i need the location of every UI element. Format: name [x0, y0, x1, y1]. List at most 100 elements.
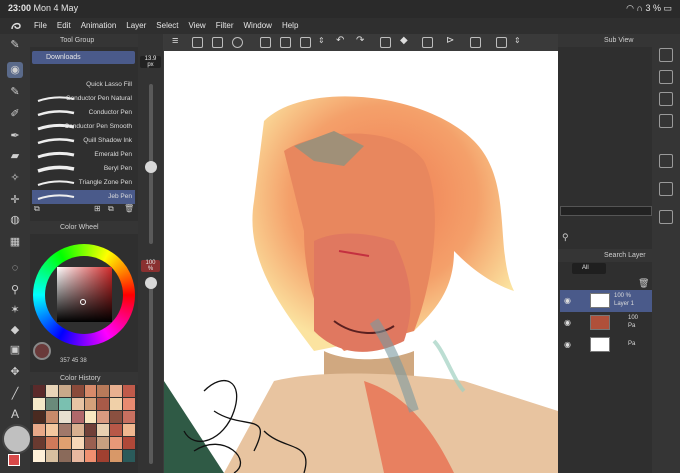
blend-tool-icon[interactable]: ◍ [7, 212, 23, 228]
layer-row[interactable]: ◉ Pa [560, 334, 652, 356]
help-icon[interactable] [496, 37, 507, 48]
menu-edit[interactable]: Edit [57, 21, 71, 30]
brush-item[interactable]: Conductor Pen Natural [32, 92, 135, 106]
brush-item[interactable]: Quill Shadow Ink [32, 134, 135, 148]
color-history-swatch[interactable] [123, 398, 135, 410]
rotate-canvas-icon[interactable] [212, 37, 223, 48]
color-history-swatch[interactable] [123, 424, 135, 436]
drawing-canvas[interactable] [164, 51, 558, 473]
gradient-tool-icon[interactable]: ▣ [7, 342, 23, 358]
color-history-swatch[interactable] [110, 424, 123, 436]
fill-bucket-icon[interactable]: ◆ [400, 35, 408, 46]
color-history-swatch[interactable] [97, 385, 110, 397]
color-history-swatch[interactable] [123, 411, 135, 423]
undo-icon[interactable]: ↶ [336, 35, 344, 46]
color-history-swatch[interactable] [123, 385, 135, 397]
color-history-swatch[interactable] [110, 437, 123, 449]
hamburger-menu-icon[interactable]: ≡ [172, 35, 183, 47]
color-history-swatch[interactable] [58, 424, 71, 436]
menu-help[interactable]: Help [282, 21, 298, 30]
color-history-swatch[interactable] [58, 437, 71, 449]
fill-tool-icon[interactable]: ◆ [7, 322, 23, 338]
color-history-swatch[interactable] [123, 437, 135, 449]
color-history-swatch[interactable] [110, 450, 123, 462]
panel-sub-view-icon[interactable] [659, 70, 673, 84]
color-history-swatch[interactable] [97, 398, 110, 410]
color-history-swatch[interactable] [45, 437, 58, 449]
menu-layer[interactable]: Layer [126, 21, 146, 30]
color-history-swatch[interactable] [84, 398, 97, 410]
delete-layer-icon[interactable]: 🗑 [638, 278, 649, 289]
lasso-tool-icon[interactable]: ◌ [7, 260, 23, 276]
color-history-swatch[interactable] [58, 411, 71, 423]
color-history-swatch[interactable] [45, 398, 58, 410]
brush-item[interactable]: Conductor Pen [32, 106, 135, 120]
brush-item[interactable]: Quick Lasso Fill [32, 78, 135, 92]
pencil-tool-icon[interactable]: ✎ [7, 84, 23, 100]
color-history-swatch[interactable] [71, 437, 84, 449]
color-history-swatch[interactable] [97, 411, 110, 423]
panel-layers-icon[interactable] [659, 182, 673, 196]
color-history-swatch[interactable] [33, 424, 45, 436]
panel-search-icon[interactable] [659, 210, 673, 224]
color-history-swatch[interactable] [71, 411, 84, 423]
color-history-swatch[interactable] [110, 411, 123, 423]
opacity-slider-knob[interactable] [145, 277, 157, 289]
color-history-swatch[interactable] [110, 385, 123, 397]
color-history-swatch[interactable] [84, 411, 97, 423]
color-history-swatch[interactable] [45, 424, 58, 436]
color-history-swatch[interactable] [84, 450, 97, 462]
move-tool-icon[interactable]: ✛ [7, 192, 23, 208]
fit-canvas-icon[interactable] [192, 37, 203, 48]
sparkle-tool-icon[interactable]: ✧ [7, 170, 23, 186]
navigator-eyedropper-icon[interactable]: ⚲ [562, 232, 569, 243]
color-history-swatch[interactable] [71, 450, 84, 462]
opacity-track[interactable] [149, 284, 153, 464]
color-history-swatch[interactable] [58, 385, 71, 397]
quick-access-icon[interactable] [2, 424, 32, 454]
menu-filter[interactable]: Filter [216, 21, 234, 30]
color-history-swatch[interactable] [84, 424, 97, 436]
open-folder-icon[interactable] [280, 37, 291, 48]
clear-icon[interactable] [380, 37, 391, 48]
line-tool-icon[interactable]: ╱ [7, 386, 23, 402]
panel-navigator-icon[interactable] [659, 48, 673, 62]
color-history-swatch[interactable] [33, 437, 45, 449]
zoom-tool-icon[interactable]: ◉ [7, 62, 23, 78]
panel-layer-props-icon[interactable] [659, 154, 673, 168]
more-chevron-icon[interactable]: ⇕ [318, 36, 325, 45]
menu-animation[interactable]: Animation [81, 21, 117, 30]
color-history-swatch[interactable] [71, 424, 84, 436]
add-brush-icon[interactable]: ⊞ [94, 204, 101, 213]
panel-info-icon[interactable] [659, 92, 673, 106]
text-tool-icon[interactable]: ✥ [7, 364, 23, 380]
color-history-swatch[interactable] [97, 437, 110, 449]
flip-horizontal-icon[interactable]: ⊳ [446, 35, 454, 46]
eyedropper-tool-icon[interactable]: ⚲ [7, 282, 23, 298]
layer-row[interactable]: ◉ 100 Pa [560, 312, 652, 334]
color-history-swatch[interactable] [33, 450, 45, 462]
brush-item[interactable]: Emerald Pen [32, 148, 135, 162]
color-history-swatch[interactable] [45, 411, 58, 423]
brush-folder-header[interactable]: Downloads [32, 51, 135, 64]
smartphone-icon[interactable] [470, 37, 481, 48]
color-history-swatch[interactable] [45, 385, 58, 397]
brush-item-selected[interactable]: Jeb Pen [32, 190, 135, 204]
color-history-swatch[interactable] [123, 450, 135, 462]
panel-3d-icon[interactable] [659, 114, 673, 128]
color-history-swatch[interactable] [71, 398, 84, 410]
toolbar-more-chevron-icon[interactable]: ⇕ [514, 36, 521, 45]
snapshot-icon[interactable] [232, 37, 243, 48]
menu-view[interactable]: View [189, 21, 206, 30]
color-history-swatch[interactable] [33, 385, 45, 397]
color-history-swatch[interactable] [97, 424, 110, 436]
menu-file[interactable]: File [34, 21, 47, 30]
visibility-eye-icon[interactable]: ◉ [564, 318, 571, 327]
blend-mode-dropdown[interactable]: All [572, 263, 606, 274]
brush-item[interactable]: Beryl Pen [32, 162, 135, 176]
grid-tool-icon[interactable]: ▦ [7, 234, 23, 250]
visibility-eye-icon[interactable]: ◉ [564, 296, 571, 305]
color-history-swatch[interactable] [45, 450, 58, 462]
menu-select[interactable]: Select [156, 21, 178, 30]
redo-icon[interactable]: ↷ [356, 35, 364, 46]
